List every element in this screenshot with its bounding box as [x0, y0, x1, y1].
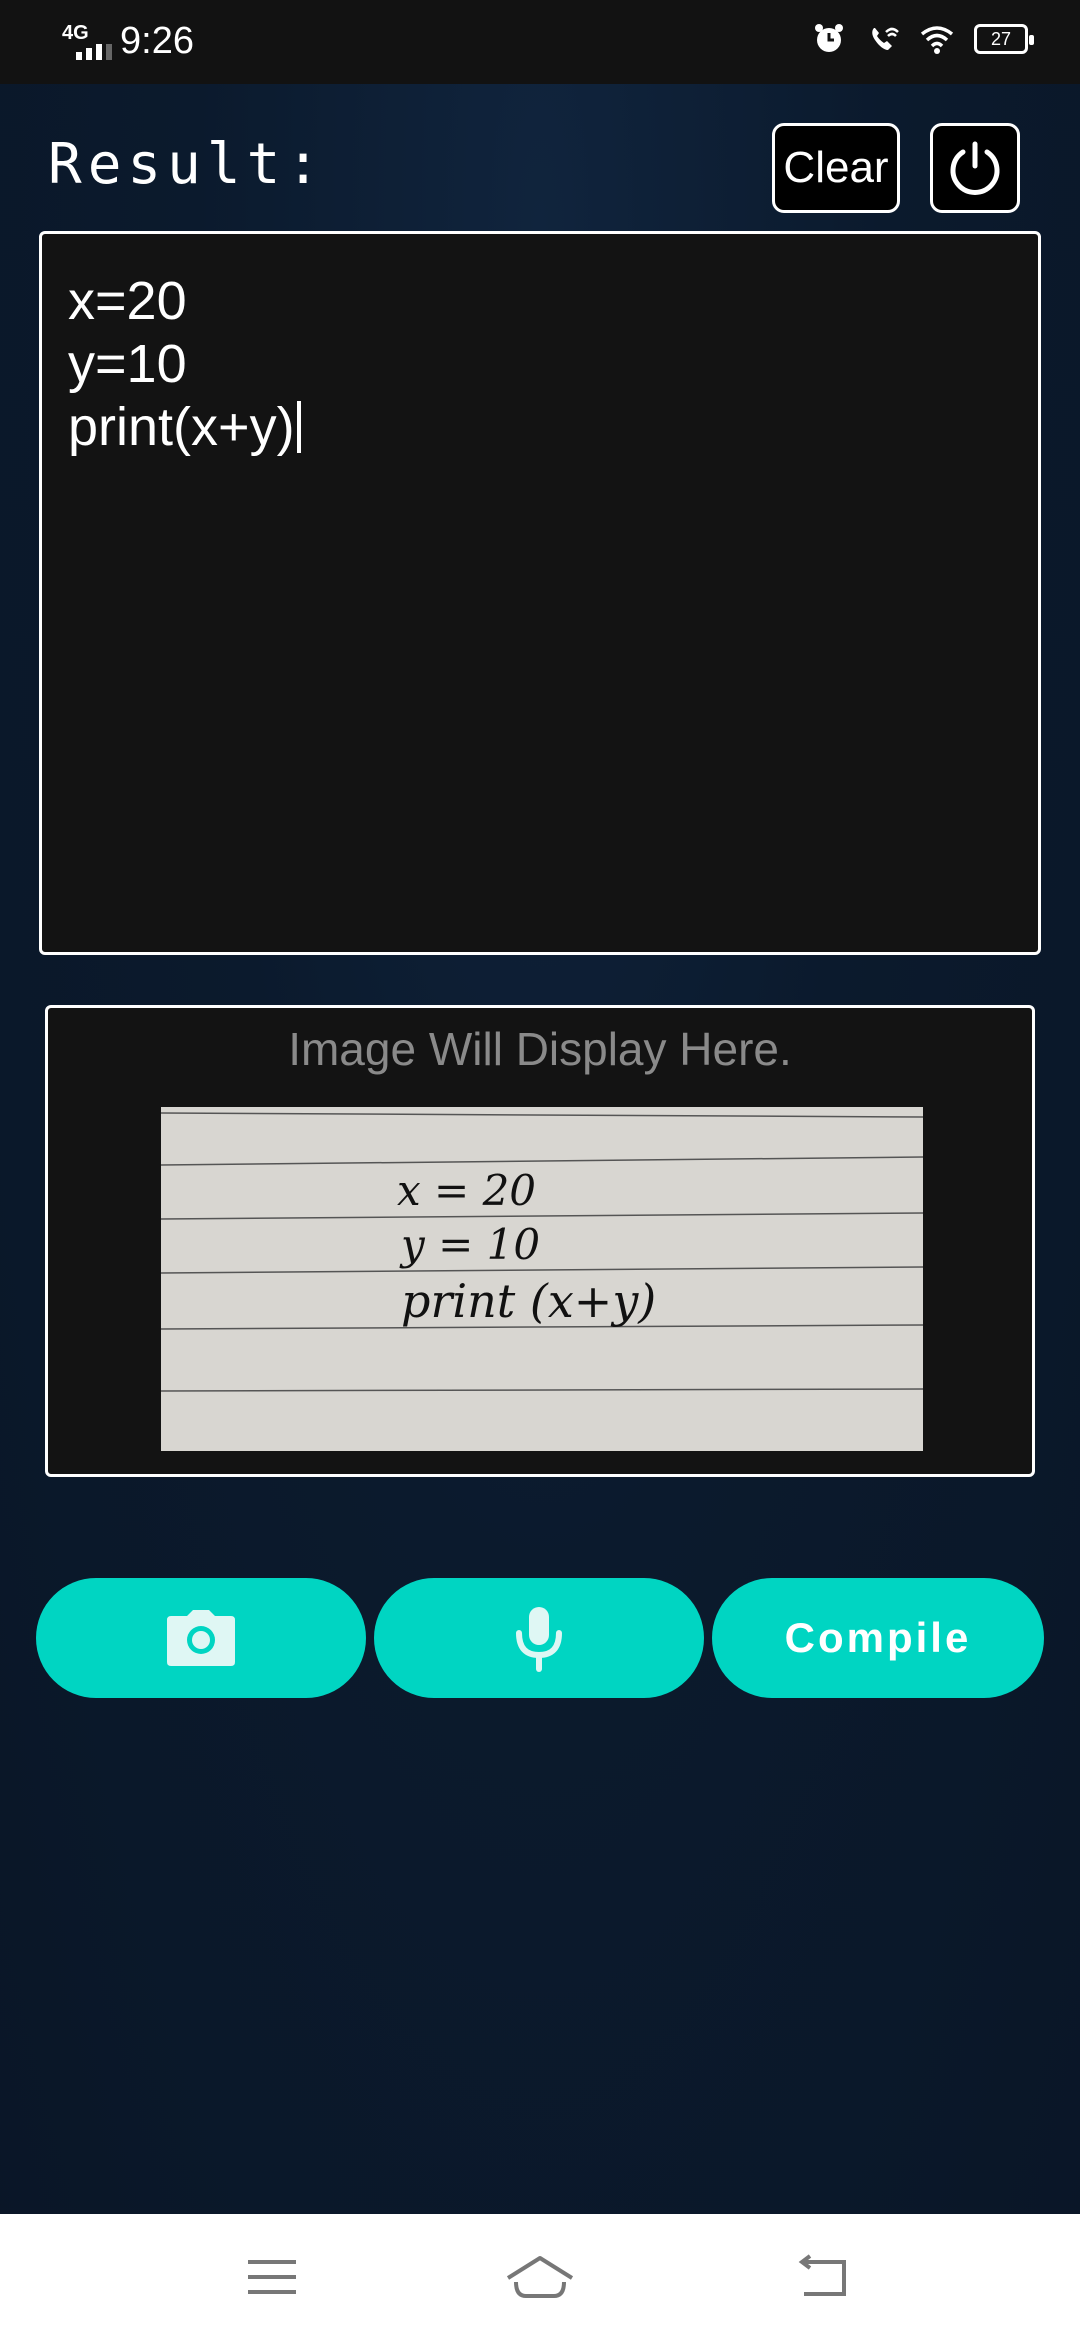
status-time: 9:26 — [120, 20, 194, 62]
power-button[interactable] — [930, 123, 1020, 213]
status-bar: 4G 9:26 27 — [0, 0, 1080, 84]
code-line: print(x+y) — [68, 396, 1012, 459]
alarm-icon — [815, 24, 843, 52]
image-placeholder-text: Image Will Display Here. — [288, 1023, 792, 1075]
home-icon[interactable] — [504, 2252, 576, 2302]
camera-button[interactable] — [36, 1578, 366, 1698]
back-icon[interactable] — [794, 2252, 854, 2302]
signal-icon — [76, 44, 112, 60]
wifi-icon — [920, 26, 954, 54]
result-title: Result: — [48, 132, 327, 197]
battery-icon: 27 — [974, 24, 1034, 54]
navigation-bar — [0, 2214, 1080, 2340]
microphone-button[interactable] — [374, 1578, 704, 1698]
compile-button[interactable]: Compile — [712, 1578, 1044, 1698]
clear-button[interactable]: Clear — [772, 123, 900, 213]
handwritten-line: y = 10 — [399, 1220, 540, 1269]
text-cursor — [296, 401, 301, 453]
menu-icon[interactable] — [242, 2252, 302, 2302]
code-line: y=10 — [68, 334, 187, 394]
battery-level: 27 — [990, 29, 1012, 49]
camera-icon — [167, 1610, 235, 1666]
handwritten-line: x = 20 — [397, 1166, 536, 1215]
handwritten-code-image: x = 20 y = 10 print (x+y) — [161, 1107, 923, 1451]
wifi-calling-icon — [872, 27, 899, 50]
image-panel: Image Will Display Here. x = 20 y = 10 p… — [45, 1005, 1035, 1477]
code-line-text: print(x+y) — [68, 397, 295, 457]
microphone-icon — [516, 1607, 562, 1672]
network-type: 4G — [62, 22, 89, 44]
code-editor[interactable]: x=20 y=10 print(x+y) — [39, 231, 1041, 955]
power-icon — [950, 141, 1000, 195]
code-line: x=20 — [68, 271, 187, 331]
handwritten-line: print (x+y) — [401, 1274, 656, 1328]
